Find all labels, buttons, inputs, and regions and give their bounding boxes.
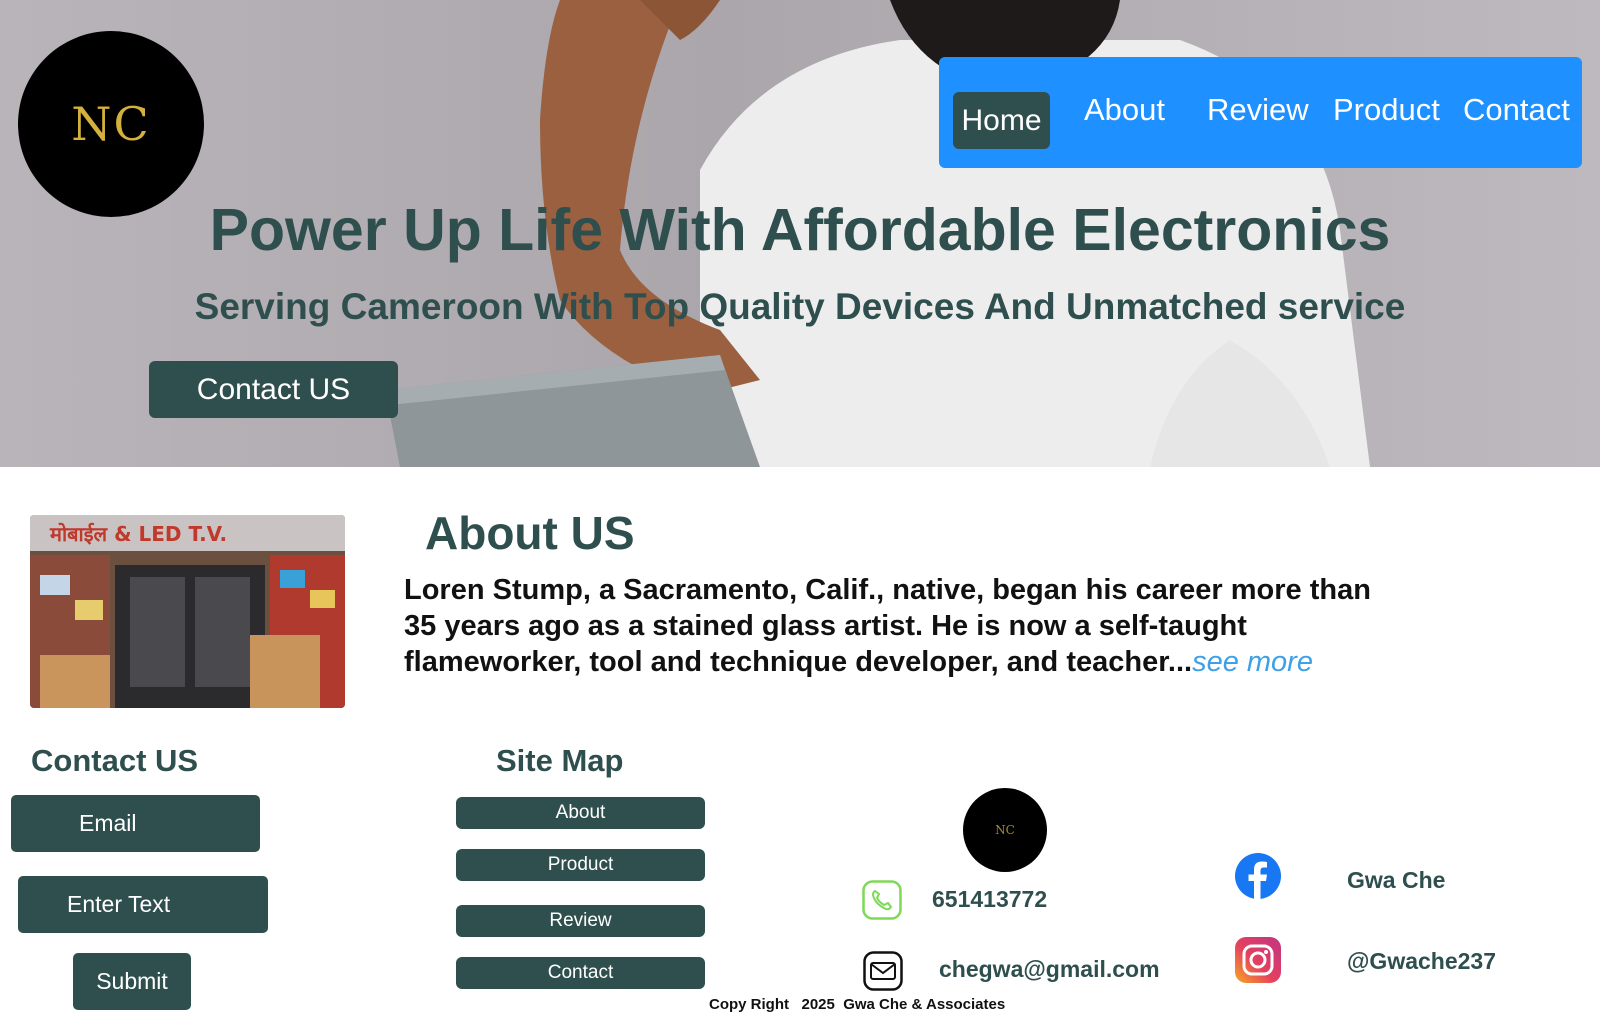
brand-logo[interactable]: NC	[18, 31, 204, 217]
sitemap-link-review[interactable]: Review	[456, 905, 705, 937]
instagram-handle[interactable]: @Gwache237	[1347, 948, 1496, 975]
mail-icon	[863, 951, 903, 996]
email-address[interactable]: chegwa@gmail.com	[939, 956, 1160, 983]
facebook-name[interactable]: Gwa Che	[1347, 867, 1445, 894]
store-sign-text: मोबाईल & LED T.V.	[49, 522, 227, 546]
phone-icon	[862, 880, 902, 925]
nav-item-review[interactable]: Review	[1207, 92, 1309, 128]
footer-logo-text: NC	[995, 823, 1015, 837]
contact-form-title: Contact US	[31, 743, 199, 778]
submit-button[interactable]: Submit	[73, 953, 191, 1010]
about-body: Loren Stump, a Sacramento, Calif., nativ…	[404, 572, 1384, 680]
hero-subtitle: Serving Cameroon With Top Quality Device…	[194, 286, 1406, 327]
contact-us-button[interactable]: Contact US	[149, 361, 398, 418]
store-photo: मोबाईल & LED T.V.	[30, 515, 345, 708]
nav-item-home[interactable]: Home	[953, 92, 1050, 149]
nav-item-about[interactable]: About	[1084, 92, 1165, 128]
sitemap-link-product[interactable]: Product	[456, 849, 705, 881]
logo-text: NC	[71, 97, 151, 151]
message-field[interactable]: Enter Text	[18, 876, 268, 933]
sitemap-link-contact[interactable]: Contact	[456, 957, 705, 989]
phone-number[interactable]: 651413772	[932, 886, 1047, 913]
copyright-text: Copy Right 2025 Gwa Che & Associates	[709, 996, 1006, 1013]
see-more-link[interactable]: see more	[1192, 646, 1313, 678]
store-photo-graphic: मोबाईल & LED T.V.	[30, 515, 345, 708]
main-nav: Home About Review Product Contact	[939, 57, 1582, 168]
sitemap-link-about[interactable]: About	[456, 797, 705, 829]
about-title: About US	[425, 507, 635, 559]
hero-banner: NC Home About Review Product Contact Pow…	[0, 0, 1600, 467]
footer-logo: NC	[963, 788, 1047, 872]
nav-item-contact[interactable]: Contact	[1463, 92, 1570, 128]
instagram-icon[interactable]	[1235, 937, 1281, 988]
email-field[interactable]: Email	[11, 795, 260, 852]
site-map-title: Site Map	[496, 743, 624, 778]
hero-title: Power Up Life With Affordable Electronic…	[209, 197, 1391, 263]
facebook-icon[interactable]	[1235, 853, 1281, 904]
nav-item-product[interactable]: Product	[1333, 92, 1440, 128]
